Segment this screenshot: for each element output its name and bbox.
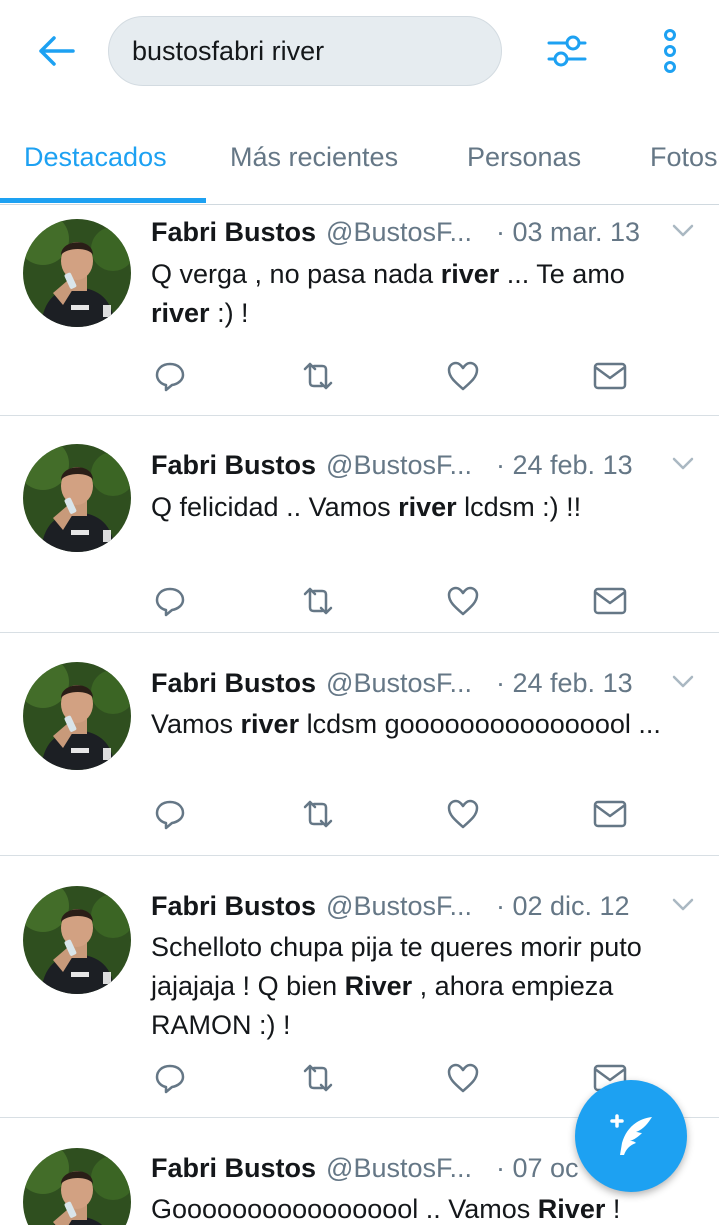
direct-message-icon[interactable] — [592, 358, 628, 394]
tweet-text-highlight: river — [440, 259, 500, 289]
tweet-author-handle: @BustosF... — [326, 667, 472, 698]
tweet-actions — [150, 796, 630, 832]
tweet-text-segment: lcdsm goooooooooooooool ... — [299, 709, 661, 739]
tweet-text: Vamos river lcdsm goooooooooooooool ... — [151, 705, 681, 744]
tweet-author-name[interactable]: Fabri Bustos — [151, 668, 316, 699]
top-bar: bustosfabri river — [0, 0, 719, 103]
avatar[interactable] — [23, 662, 131, 770]
tweet-author-name[interactable]: Fabri Bustos — [151, 891, 316, 922]
search-input[interactable]: bustosfabri river — [108, 16, 502, 86]
like-icon[interactable] — [445, 358, 481, 394]
sliders-icon — [547, 35, 587, 67]
tweet-text-segment: Vamos — [151, 709, 241, 739]
tweet-text: Gooooooooooooooool .. Vamos River ! — [151, 1190, 681, 1225]
tweet-item[interactable]: Fabri Bustos @BustosF... · 02 dic. 12 Schel… — [0, 856, 719, 1118]
chevron-down-icon[interactable] — [671, 893, 695, 917]
tweet-text: Q verga , no pasa nada river ... Te amo … — [151, 255, 681, 333]
active-tab-indicator — [0, 198, 206, 203]
tab-mas-recientes[interactable]: Más recientes — [230, 120, 398, 195]
tweet-text-segment: :) ! — [209, 298, 249, 328]
tweet-item[interactable]: Fabri Bustos @BustosF... · 24 feb. 13 Q fel… — [0, 416, 719, 633]
tweet-header: Fabri Bustos @BustosF... · 24 feb. 13 — [151, 448, 706, 482]
tweet-date: · 24 feb. 13 — [496, 667, 633, 698]
reply-icon[interactable] — [152, 796, 188, 832]
avatar[interactable] — [23, 219, 131, 327]
reply-icon[interactable] — [152, 583, 188, 619]
search-filter-button[interactable] — [542, 27, 592, 75]
reply-icon[interactable] — [152, 358, 188, 394]
more-options-button[interactable] — [650, 27, 690, 75]
tweet-text-segment: lcdsm :) !! — [456, 492, 582, 522]
tweet-author-name[interactable]: Fabri Bustos — [151, 217, 316, 248]
tweet-header: Fabri Bustos @BustosF... · 24 feb. 13 — [151, 666, 706, 700]
tweet-text: Q felicidad .. Vamos river lcdsm :) !! — [151, 488, 681, 527]
tweet-item[interactable]: Fabri Bustos @BustosF... · 03 mar. 13 Q ver… — [0, 206, 719, 416]
tweet-date: · 02 dic. 12 — [496, 890, 630, 921]
arrow-left-icon — [39, 36, 75, 66]
tweet-author-name[interactable]: Fabri Bustos — [151, 1153, 316, 1184]
compose-quill-icon — [610, 1114, 652, 1155]
tweet-text-highlight: River — [344, 971, 413, 1001]
tab-destacados[interactable]: Destacados — [24, 120, 167, 195]
tweet-author-handle: @BustosF... — [326, 890, 472, 921]
retweet-icon[interactable] — [300, 796, 336, 832]
tweet-text-segment: ... Te amo — [499, 259, 625, 289]
tweet-text-highlight: river — [398, 492, 457, 522]
retweet-icon[interactable] — [300, 1060, 336, 1096]
tweet-text-segment: Gooooooooooooooool .. Vamos — [151, 1194, 538, 1224]
tweet-author-handle: @BustosF... — [326, 449, 472, 480]
avatar[interactable] — [23, 1148, 131, 1225]
tweet-text-segment: Q verga , no pasa nada — [151, 259, 441, 289]
reply-icon[interactable] — [152, 1060, 188, 1096]
avatar[interactable] — [23, 444, 131, 552]
avatar[interactable] — [23, 886, 131, 994]
tweet-date: · 03 mar. 13 — [496, 216, 641, 247]
search-tabs: Destacados Más recientes Personas Fotos — [0, 120, 719, 205]
direct-message-icon[interactable] — [592, 583, 628, 619]
compose-tweet-button[interactable] — [575, 1080, 687, 1192]
tweet-text-highlight: river — [240, 709, 300, 739]
tweet-date: · 07 oc — [496, 1152, 579, 1183]
like-icon[interactable] — [445, 583, 481, 619]
tweet-author-handle: @BustosF... — [326, 1152, 472, 1183]
tweet-item[interactable]: Fabri Bustos @BustosF... · 24 feb. 13 Vamos… — [0, 633, 719, 856]
tweet-text: Schelloto chupa pija te queres morir put… — [151, 928, 681, 1045]
retweet-icon[interactable] — [300, 583, 336, 619]
tweet-author-name[interactable]: Fabri Bustos — [151, 450, 316, 481]
tweet-author-handle: @BustosF... — [326, 216, 472, 247]
tweet-feed: Fabri Bustos @BustosF... · 03 mar. 13 Q ver… — [0, 206, 719, 1225]
search-query-text: bustosfabri river — [132, 35, 325, 66]
like-icon[interactable] — [445, 796, 481, 832]
tweet-text-segment: Q felicidad .. Vamos — [151, 492, 399, 522]
tweet-text-highlight: River — [537, 1194, 606, 1224]
direct-message-icon[interactable] — [592, 796, 628, 832]
tweet-header: Fabri Bustos @BustosF... · 02 dic. 12 — [151, 889, 706, 923]
tab-fotos[interactable]: Fotos — [650, 120, 718, 195]
tweet-date: · 24 feb. 13 — [496, 449, 633, 480]
tweet-actions — [150, 583, 630, 619]
vertical-dots-icon — [664, 29, 676, 73]
tweet-actions — [150, 358, 630, 394]
tweet-actions — [150, 1060, 630, 1096]
tweet-text-segment: ! — [605, 1194, 621, 1224]
tweet-text-highlight: river — [151, 298, 210, 328]
retweet-icon[interactable] — [300, 358, 336, 394]
tweet-header: Fabri Bustos @BustosF... · 03 mar. 13 — [151, 215, 706, 249]
back-button[interactable] — [30, 28, 82, 74]
like-icon[interactable] — [445, 1060, 481, 1096]
chevron-down-icon[interactable] — [671, 670, 695, 694]
chevron-down-icon[interactable] — [671, 219, 695, 243]
chevron-down-icon[interactable] — [671, 452, 695, 476]
tab-personas[interactable]: Personas — [467, 120, 581, 195]
